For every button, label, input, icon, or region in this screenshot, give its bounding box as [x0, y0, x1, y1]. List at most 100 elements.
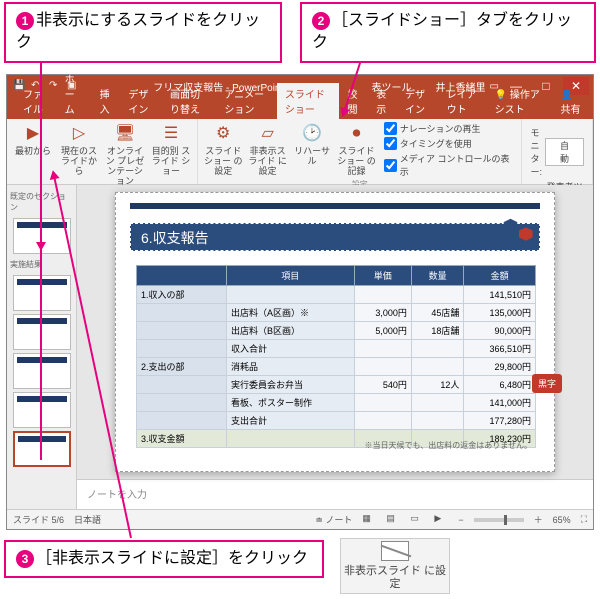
- table-cell[interactable]: [354, 286, 411, 304]
- table-cell[interactable]: [137, 340, 227, 358]
- zoom-in-button[interactable]: ＋: [534, 513, 543, 526]
- financial-table[interactable]: 項目単価数量金額 1.収入の部141,510円出店料（A区画）※3,000円45…: [136, 265, 536, 448]
- table-cell[interactable]: 看板、ポスター制作: [227, 394, 355, 412]
- table-row[interactable]: 2.支出の部消耗品 29,800円: [137, 358, 536, 376]
- table-cell[interactable]: 141,510円: [464, 286, 536, 304]
- table-cell[interactable]: 2.支出の部: [137, 358, 227, 376]
- table-cell[interactable]: 消耗品: [227, 358, 355, 376]
- tab-slideshow[interactable]: スライド ショー: [277, 83, 340, 119]
- notes-pane[interactable]: ノートを入力: [77, 479, 593, 509]
- table-cell[interactable]: 90,000円: [464, 322, 536, 340]
- zoom-out-button[interactable]: −: [458, 515, 463, 525]
- table-cell[interactable]: 18店舗: [411, 322, 463, 340]
- tab-layout[interactable]: レイアウト: [439, 83, 487, 119]
- share-button[interactable]: 👤 共有: [551, 87, 594, 119]
- setup-slideshow-button[interactable]: ⚙スライド ショー の設定: [202, 121, 244, 179]
- record-icon: ⏺: [345, 123, 367, 145]
- table-row[interactable]: 支出合計 177,280円: [137, 412, 536, 430]
- table-cell[interactable]: 3,000円: [354, 304, 411, 322]
- table-row[interactable]: 1.収入の部 141,510円: [137, 286, 536, 304]
- tab-animation[interactable]: アニメーション: [216, 83, 277, 119]
- table-cell[interactable]: [411, 358, 463, 376]
- table-cell[interactable]: 1.収入の部: [137, 286, 227, 304]
- slideshow-qat-icon[interactable]: ▣: [67, 80, 79, 92]
- table-cell[interactable]: [227, 430, 355, 448]
- table-cell[interactable]: 45店舗: [411, 304, 463, 322]
- rehearse-button[interactable]: 🕑リハーサル: [291, 121, 333, 179]
- table-cell[interactable]: [354, 412, 411, 430]
- notes-toggle[interactable]: ≐ ノート: [315, 513, 352, 526]
- table-cell[interactable]: 出店料（B区画）: [227, 322, 355, 340]
- table-cell[interactable]: [137, 412, 227, 430]
- table-cell[interactable]: 177,280円: [464, 412, 536, 430]
- tab-design[interactable]: デザイン: [120, 83, 162, 119]
- table-cell[interactable]: [137, 376, 227, 394]
- table-cell[interactable]: [137, 394, 227, 412]
- table-cell[interactable]: [411, 340, 463, 358]
- table-cell[interactable]: 3.収支金額: [137, 430, 227, 448]
- custom-slideshow-button[interactable]: ☰目的別 スライド ショー: [149, 121, 193, 189]
- table-cell[interactable]: 実行委員会お弁当: [227, 376, 355, 394]
- slide-canvas[interactable]: 6.収支報告 項目単価数量金額 1.収入の部141,510円出店料（A区画）※3…: [115, 192, 555, 472]
- normal-view-icon[interactable]: ▦: [362, 513, 376, 527]
- table-row[interactable]: 看板、ポスター制作 141,000円: [137, 394, 536, 412]
- table-row[interactable]: 出店料（B区画）5,000円18店舗90,000円: [137, 322, 536, 340]
- present-online-button[interactable]: 🖥オンライン プレゼンテーション: [103, 121, 147, 189]
- table-cell[interactable]: 支出合計: [227, 412, 355, 430]
- tab-view[interactable]: 表示: [368, 83, 397, 119]
- clock-icon: 🕑: [301, 123, 323, 145]
- table-cell[interactable]: 収入合計: [227, 340, 355, 358]
- tell-me[interactable]: 💡 操作アシスト: [487, 83, 551, 119]
- table-cell[interactable]: 出店料（A区画）※: [227, 304, 355, 322]
- chk-narration[interactable]: ナレーションの再生: [384, 121, 514, 136]
- slideshow-view-icon[interactable]: ▶: [434, 513, 448, 527]
- slide-title[interactable]: 6.収支報告: [130, 223, 540, 251]
- chk-media[interactable]: メディア コントロールの表示: [384, 151, 514, 179]
- status-bar: スライド 5/6 日本語 ≐ ノート ▦ ▤ ▭ ▶ − ＋ 65% ⛶: [7, 509, 593, 529]
- tab-home[interactable]: ホーム: [57, 68, 92, 119]
- hide-slide-button[interactable]: ▱非表示スライド に設定: [246, 121, 288, 179]
- redo-icon[interactable]: ↷: [49, 80, 61, 92]
- table-cell[interactable]: 141,000円: [464, 394, 536, 412]
- from-beginning-button[interactable]: ▶最初から: [11, 121, 55, 189]
- record-button[interactable]: ⏺スライド ショー の記録: [335, 121, 377, 179]
- table-cell[interactable]: 29,800円: [464, 358, 536, 376]
- table-cell[interactable]: 5,000円: [354, 322, 411, 340]
- table-cell[interactable]: [137, 304, 227, 322]
- sorter-view-icon[interactable]: ▤: [386, 513, 400, 527]
- table-cell[interactable]: [411, 394, 463, 412]
- table-cell[interactable]: [354, 358, 411, 376]
- table-cell[interactable]: [354, 394, 411, 412]
- reading-view-icon[interactable]: ▭: [410, 513, 424, 527]
- table-cell[interactable]: [137, 322, 227, 340]
- tab-insert[interactable]: 挿入: [92, 83, 121, 119]
- tab-table-design[interactable]: デザイン: [397, 83, 439, 119]
- table-cell[interactable]: [227, 286, 355, 304]
- table-cell[interactable]: 6,480円: [464, 376, 536, 394]
- monitor-select[interactable]: モニター: 自動: [530, 125, 584, 179]
- table-cell[interactable]: 540円: [354, 376, 411, 394]
- table-cell[interactable]: 135,000円: [464, 304, 536, 322]
- zoom-level[interactable]: 65%: [553, 515, 571, 525]
- table-cell[interactable]: [354, 340, 411, 358]
- tab-transition[interactable]: 画面切り替え: [162, 83, 216, 119]
- table-row[interactable]: 収入合計 366,510円: [137, 340, 536, 358]
- table-cell[interactable]: [411, 412, 463, 430]
- chk-timing[interactable]: タイミングを使用: [384, 136, 514, 151]
- table-cell[interactable]: 366,510円: [464, 340, 536, 358]
- zoom-slider[interactable]: [474, 518, 524, 522]
- status-language[interactable]: 日本語: [74, 513, 101, 526]
- table-row[interactable]: 出店料（A区画）※3,000円45店舗135,000円: [137, 304, 536, 322]
- arrow-1: [40, 60, 42, 460]
- save-icon[interactable]: 💾: [13, 80, 25, 92]
- fit-to-window-icon[interactable]: ⛶: [581, 514, 587, 525]
- slide-stripe: [130, 203, 540, 209]
- play-current-icon: ▷: [68, 123, 90, 145]
- from-current-button[interactable]: ▷現在のスライドから: [57, 121, 101, 189]
- slide-canvas-wrap[interactable]: 6.収支報告 項目単価数量金額 1.収入の部141,510円出店料（A区画）※3…: [77, 185, 593, 479]
- table-cell[interactable]: [411, 286, 463, 304]
- callout-2-num: 2: [312, 12, 330, 30]
- callout-3-num: 3: [16, 550, 34, 568]
- table-row[interactable]: 実行委員会お弁当540円12人6,480円: [137, 376, 536, 394]
- table-cell[interactable]: 12人: [411, 376, 463, 394]
